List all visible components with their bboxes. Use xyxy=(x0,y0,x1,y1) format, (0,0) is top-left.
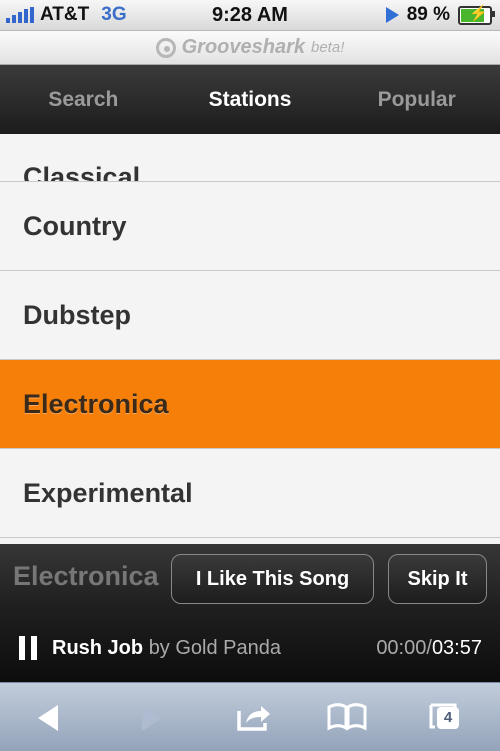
tab-popular[interactable]: Popular xyxy=(333,88,500,112)
track-info: Rush Job by Gold Panda xyxy=(52,637,281,660)
station-label: Dubstep xyxy=(23,299,131,330)
song-title: Rush Job xyxy=(52,636,144,659)
tabs-icon[interactable]: 4 xyxy=(425,697,469,737)
station-label: Experimental xyxy=(23,477,193,508)
status-right: 89 % ⚡ xyxy=(385,0,495,30)
like-song-button[interactable]: I Like This Song xyxy=(171,554,374,604)
by-label: by xyxy=(148,636,170,659)
track-time: 00:00/03:57 xyxy=(376,637,482,660)
station-label: Country xyxy=(23,210,127,241)
status-bar: AT&T 3G 9:28 AM 89 % ⚡ xyxy=(0,0,500,31)
station-list[interactable]: Classical Country Dubstep Electronica Ex… xyxy=(0,134,500,544)
skip-button[interactable]: Skip It xyxy=(388,554,487,604)
station-item-experimental[interactable]: Experimental xyxy=(0,449,500,538)
browser-title-bar[interactable]: Grooveshark beta! xyxy=(0,31,500,65)
site-tag: beta! xyxy=(311,39,345,56)
battery-percent: 89 % xyxy=(406,4,450,25)
tab-search[interactable]: Search xyxy=(0,88,167,112)
station-item-classical[interactable]: Classical xyxy=(0,134,500,182)
network-type: 3G xyxy=(101,4,127,25)
station-item-country[interactable]: Country xyxy=(0,182,500,271)
now-playing-dock: Electronica I Like This Song Skip It xyxy=(0,544,500,614)
charging-bolt-icon: ⚡ xyxy=(469,4,488,22)
browser-toolbar: 4 xyxy=(0,682,500,751)
bookmarks-icon[interactable] xyxy=(325,697,369,737)
back-icon[interactable] xyxy=(30,697,74,737)
station-item-dubstep[interactable]: Dubstep xyxy=(0,271,500,360)
station-label: Electronica xyxy=(23,388,169,419)
player-bar: Rush Job by Gold Panda 00:00/03:57 xyxy=(0,614,500,682)
share-icon[interactable] xyxy=(232,697,276,737)
grooveshark-logo-icon xyxy=(155,37,176,58)
battery-charging-icon: ⚡ xyxy=(458,4,495,25)
track-duration: 03:57 xyxy=(431,636,482,659)
open-tabs-count: 4 xyxy=(437,707,459,729)
pause-icon[interactable] xyxy=(19,636,37,660)
station-item-electronica[interactable]: Electronica xyxy=(0,360,500,449)
artist-name: Gold Panda xyxy=(175,636,282,659)
tab-stations[interactable]: Stations xyxy=(167,88,334,112)
site-name: Grooveshark xyxy=(181,36,305,58)
forward-icon xyxy=(130,697,174,737)
main-nav-tabs: Search Stations Popular xyxy=(0,65,500,134)
elapsed-time: 00:00 xyxy=(376,636,427,659)
current-station-label: Electronica xyxy=(13,561,159,591)
station-label: Classical xyxy=(23,162,141,182)
carrier-name: AT&T xyxy=(40,4,90,25)
signal-strength-icon xyxy=(6,7,34,23)
location-arrow-icon xyxy=(385,7,399,23)
